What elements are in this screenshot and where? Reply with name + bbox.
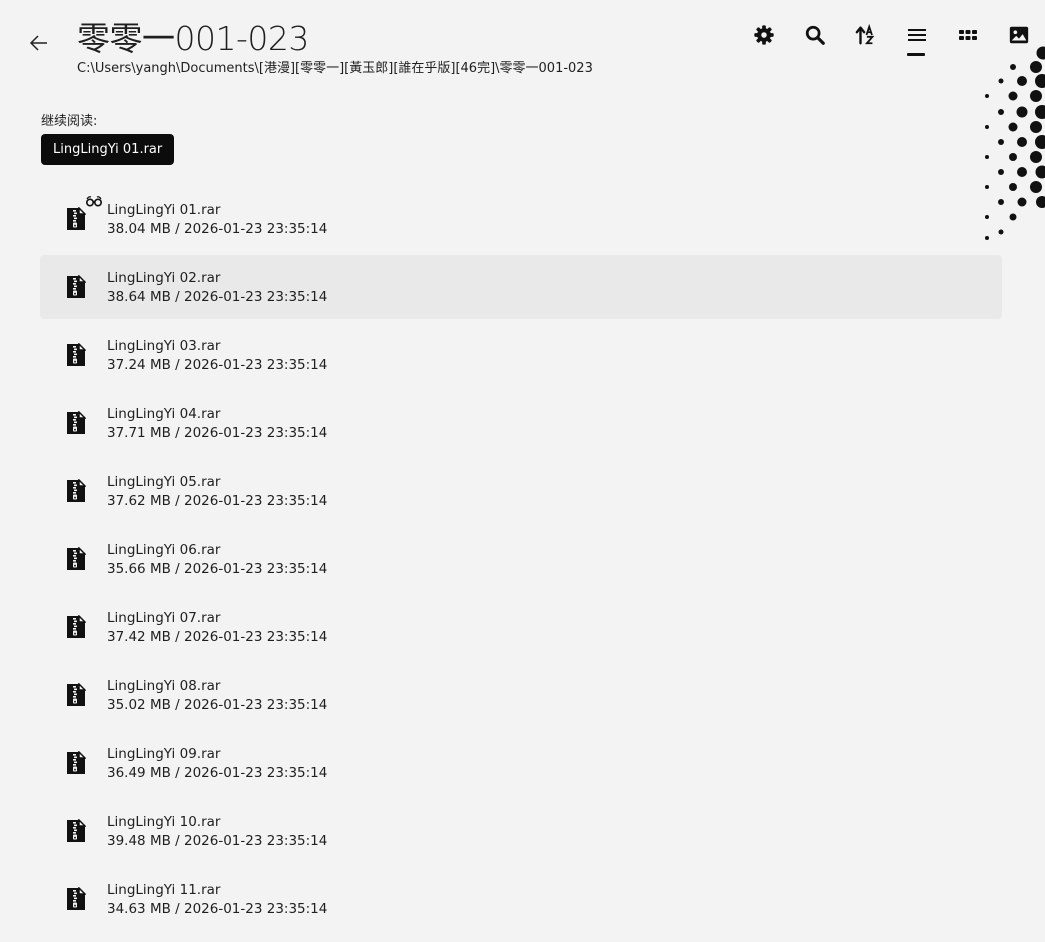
settings-button[interactable] xyxy=(738,22,789,48)
file-name: LingLingYi 02.rar xyxy=(107,270,221,286)
search-button[interactable] xyxy=(789,22,840,48)
search-icon xyxy=(805,25,825,45)
zip-file-icon xyxy=(67,615,86,638)
file-list: LingLingYi 01.rar 38.04 MB / 2026-01-23 … xyxy=(40,187,1002,935)
file-name: LingLingYi 01.rar xyxy=(107,202,221,218)
file-meta: 37.71 MB / 2026-01-23 23:35:14 xyxy=(107,425,328,441)
gear-icon xyxy=(753,25,774,45)
file-name: LingLingYi 05.rar xyxy=(107,474,221,490)
file-list-item[interactable]: LingLingYi 02.rar 38.64 MB / 2026-01-23 … xyxy=(40,255,1002,319)
file-meta: 36.49 MB / 2026-01-23 23:35:14 xyxy=(107,765,328,781)
zip-file-icon xyxy=(67,547,86,570)
file-list-item[interactable]: LingLingYi 01.rar 38.04 MB / 2026-01-23 … xyxy=(40,187,1002,251)
file-list-item[interactable]: LingLingYi 08.rar 35.02 MB / 2026-01-23 … xyxy=(40,663,1002,727)
zip-file-icon xyxy=(67,819,86,842)
file-list-item[interactable]: LingLingYi 09.rar 36.49 MB / 2026-01-23 … xyxy=(40,731,1002,795)
glasses-icon xyxy=(85,196,103,207)
file-meta: 35.02 MB / 2026-01-23 23:35:14 xyxy=(107,697,328,713)
back-button[interactable] xyxy=(27,31,51,55)
folder-path: C:\Users\yangh\Documents\[港漫][零零一][黃玉郎][… xyxy=(77,61,593,76)
file-name: LingLingYi 03.rar xyxy=(107,338,221,354)
page-title: 零零一001-023 xyxy=(77,19,309,58)
file-meta: 37.24 MB / 2026-01-23 23:35:14 xyxy=(107,357,328,373)
file-name: LingLingYi 09.rar xyxy=(107,746,221,762)
file-list-item[interactable]: LingLingYi 10.rar 39.48 MB / 2026-01-23 … xyxy=(40,799,1002,863)
file-name: LingLingYi 06.rar xyxy=(107,542,221,558)
grid-view-icon xyxy=(958,30,977,40)
active-view-indicator xyxy=(907,53,925,56)
sort-az-icon xyxy=(855,24,874,45)
file-list-item[interactable]: LingLingYi 11.rar 34.63 MB / 2026-01-23 … xyxy=(40,867,1002,931)
file-name: LingLingYi 07.rar xyxy=(107,610,221,626)
file-meta: 39.48 MB / 2026-01-23 23:35:14 xyxy=(107,833,328,849)
file-name: LingLingYi 08.rar xyxy=(107,678,221,694)
arrow-left-icon xyxy=(29,35,47,51)
file-meta: 38.04 MB / 2026-01-23 23:35:14 xyxy=(107,221,328,237)
continue-reading-label: 继续阅读: xyxy=(41,114,98,129)
continue-reading-button[interactable]: LingLingYi 01.rar xyxy=(41,134,175,165)
zip-file-icon xyxy=(67,207,86,230)
file-meta: 35.66 MB / 2026-01-23 23:35:14 xyxy=(107,561,328,577)
sort-button[interactable] xyxy=(840,22,891,48)
file-name: LingLingYi 11.rar xyxy=(107,882,221,898)
zip-file-icon xyxy=(67,479,86,502)
zip-file-icon xyxy=(67,887,86,910)
file-list-item[interactable]: LingLingYi 03.rar 37.24 MB / 2026-01-23 … xyxy=(40,323,1002,387)
zip-file-icon xyxy=(67,275,86,298)
file-meta: 37.62 MB / 2026-01-23 23:35:14 xyxy=(107,493,328,509)
file-name: LingLingYi 04.rar xyxy=(107,406,221,422)
zip-file-icon xyxy=(67,343,86,366)
file-list-item[interactable]: LingLingYi 04.rar 37.71 MB / 2026-01-23 … xyxy=(40,391,1002,455)
file-list-item[interactable]: LingLingYi 06.rar 35.66 MB / 2026-01-23 … xyxy=(40,527,1002,591)
file-meta: 34.63 MB / 2026-01-23 23:35:14 xyxy=(107,901,328,917)
image-view-icon xyxy=(1009,26,1028,44)
file-list-item[interactable]: LingLingYi 07.rar 37.42 MB / 2026-01-23 … xyxy=(40,595,1002,659)
list-view-icon xyxy=(907,29,926,41)
file-name: LingLingYi 10.rar xyxy=(107,814,221,830)
zip-file-icon xyxy=(67,411,86,434)
file-meta: 38.64 MB / 2026-01-23 23:35:14 xyxy=(107,289,328,305)
file-meta: 37.42 MB / 2026-01-23 23:35:14 xyxy=(107,629,328,645)
list-view-button[interactable] xyxy=(891,22,942,56)
zip-file-icon xyxy=(67,751,86,774)
zip-file-icon xyxy=(67,683,86,706)
file-list-item[interactable]: LingLingYi 05.rar 37.62 MB / 2026-01-23 … xyxy=(40,459,1002,523)
